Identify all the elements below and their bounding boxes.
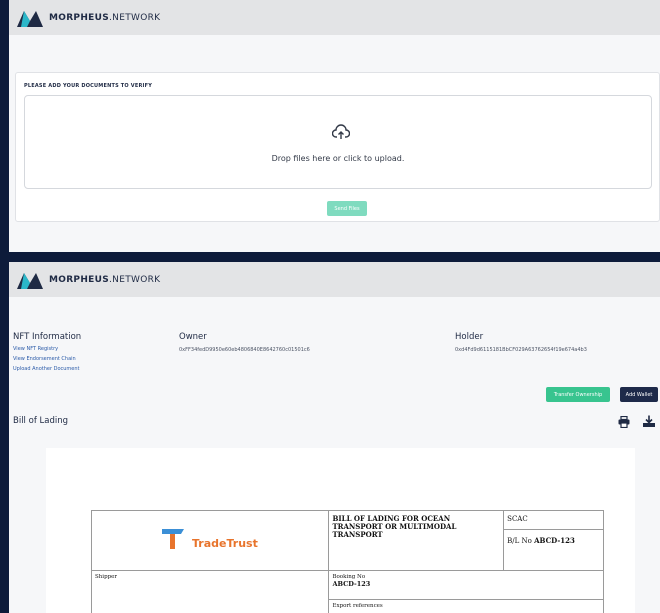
download-icon[interactable] xyxy=(643,415,655,427)
scac-cell: SCAC xyxy=(503,510,604,530)
bl-number-cell: B/L No ABCD-123 xyxy=(503,528,604,572)
nft-title: NFT Information xyxy=(13,332,82,342)
bill-of-lading-table: TradeTrust BILL OF LADING FOR OCEAN TRAN… xyxy=(90,510,604,613)
transfer-ownership-button[interactable]: Transfer Ownership xyxy=(546,387,610,402)
app-header: MORPHEUS.NETWORK xyxy=(9,0,660,35)
send-files-button[interactable]: Send Files xyxy=(327,201,367,216)
dropzone-text: Drop files here or click to upload. xyxy=(271,154,405,163)
booking-cell: Booking No ABCD-123 xyxy=(328,570,604,600)
brand-name: MORPHEUS.NETWORK xyxy=(49,12,161,23)
morpheus-logo-icon[interactable] xyxy=(17,271,43,289)
morpheus-logo-icon[interactable] xyxy=(17,9,43,27)
document-panel: MORPHEUS.NETWORK NFT Information View NF… xyxy=(9,262,660,613)
document-preview: TradeTrust BILL OF LADING FOR OCEAN TRAN… xyxy=(46,448,635,613)
brand-name: MORPHEUS.NETWORK xyxy=(49,274,161,285)
owner-address: 0xFF34fedD9950e60eb4806840E8642760c01501… xyxy=(179,347,310,353)
view-endorsement-chain-link[interactable]: View Endorsement Chain xyxy=(13,356,81,362)
holder-address: 0xd4Fd9d6115181BbCF029A63762654f19e674a4… xyxy=(455,347,587,353)
upload-another-document-link[interactable]: Upload Another Document xyxy=(13,366,81,372)
app-header: MORPHEUS.NETWORK xyxy=(9,262,660,297)
tradetrust-logo-cell: TradeTrust xyxy=(90,510,330,571)
shipper-cell: Shipper xyxy=(90,570,330,613)
owner-info: Owner 0xFF34fedD9950e60eb4806840E8642760… xyxy=(179,332,310,353)
bol-heading: BILL OF LADING FOR OCEAN TRANSPORT OR MU… xyxy=(328,510,505,571)
upload-panel: MORPHEUS.NETWORK PLEASE ADD YOUR DOCUMEN… xyxy=(9,0,660,252)
owner-title: Owner xyxy=(179,332,207,342)
nft-information: NFT Information View NFT Registry View E… xyxy=(13,332,81,372)
file-dropzone[interactable]: Drop files here or click to upload. xyxy=(24,95,652,189)
view-nft-registry-link[interactable]: View NFT Registry xyxy=(13,346,81,352)
upload-title: PLEASE ADD YOUR DOCUMENTS TO VERIFY xyxy=(24,83,153,89)
bill-of-lading-title: Bill of Lading xyxy=(13,416,68,426)
holder-title: Holder xyxy=(455,332,484,342)
export-references-cell: Export references xyxy=(328,598,604,613)
tradetrust-logo-text: TradeTrust xyxy=(192,537,258,550)
add-wallet-button[interactable]: Add Wallet xyxy=(620,387,658,402)
upload-card: PLEASE ADD YOUR DOCUMENTS TO VERIFY Drop… xyxy=(15,72,660,222)
printer-icon[interactable] xyxy=(618,416,630,428)
tradetrust-logo-icon xyxy=(162,529,184,549)
cloud-upload-icon xyxy=(332,124,350,139)
holder-info: Holder 0xd4Fd9d6115181BbCF029A63762654f1… xyxy=(455,332,587,353)
